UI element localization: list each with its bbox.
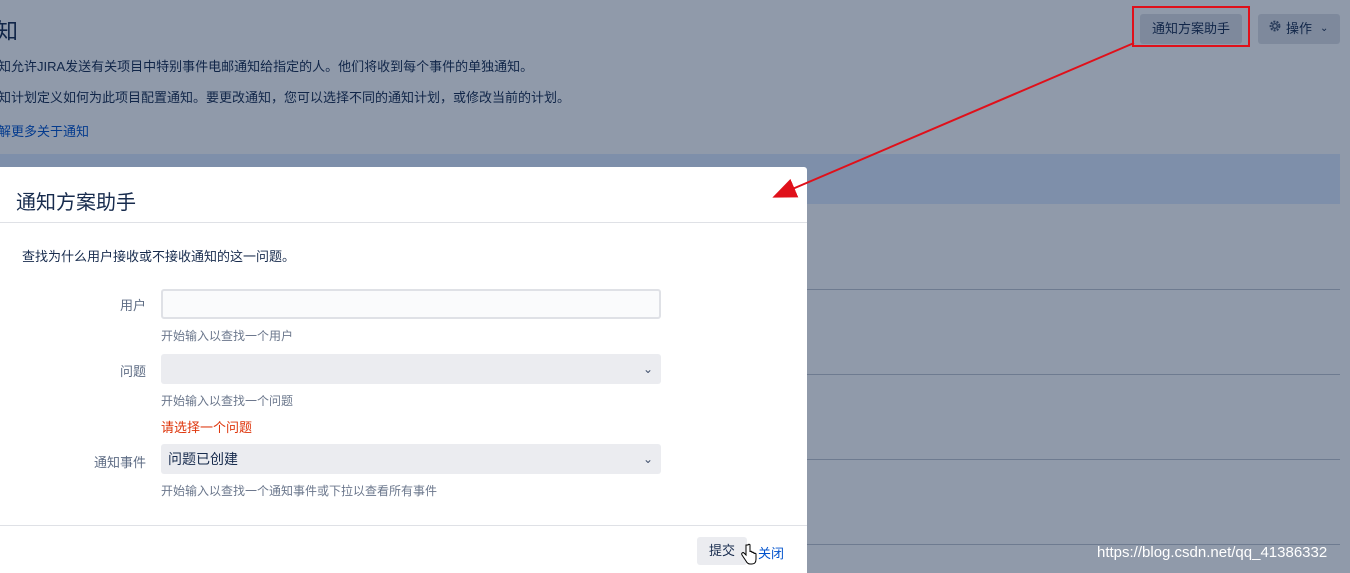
- chevron-down-icon: ⌄: [642, 362, 653, 376]
- user-hint: 开始输入以查找一个用户: [161, 329, 294, 343]
- event-select-value: 问题已创建: [168, 451, 238, 467]
- dialog-intro-text: 查找为什么用户接收或不接收通知的这一问题。: [22, 249, 296, 264]
- issue-select[interactable]: ⌄: [161, 354, 661, 384]
- event-hint: 开始输入以查找一个通知事件或下拉以查看所有事件: [161, 484, 438, 498]
- dialog-header: 通知方案助手: [0, 167, 807, 223]
- hand-cursor-icon: [741, 543, 757, 570]
- chevron-down-icon: ⌄: [642, 452, 653, 466]
- event-select[interactable]: 问题已创建 ⌄: [161, 444, 661, 474]
- dialog-footer-divider: [0, 525, 807, 526]
- issue-error-message: 请选择一个问题: [161, 420, 253, 435]
- submit-button[interactable]: 提交: [697, 537, 747, 565]
- annotation-highlight-box: [1132, 6, 1250, 47]
- user-label: 用户: [119, 298, 146, 313]
- close-link[interactable]: 关闭: [758, 543, 784, 562]
- watermark-text: https://blog.csdn.net/qq_41386332: [1097, 544, 1328, 561]
- issue-label: 问题: [119, 364, 146, 379]
- notification-helper-dialog: 通知方案助手 查找为什么用户接收或不接收通知的这一问题。 用户 开始输入以查找一…: [0, 167, 807, 573]
- event-label: 通知事件: [93, 455, 146, 470]
- dialog-title: 通知方案助手: [16, 192, 136, 214]
- issue-hint: 开始输入以查找一个问题: [161, 394, 294, 408]
- user-input[interactable]: [161, 289, 661, 319]
